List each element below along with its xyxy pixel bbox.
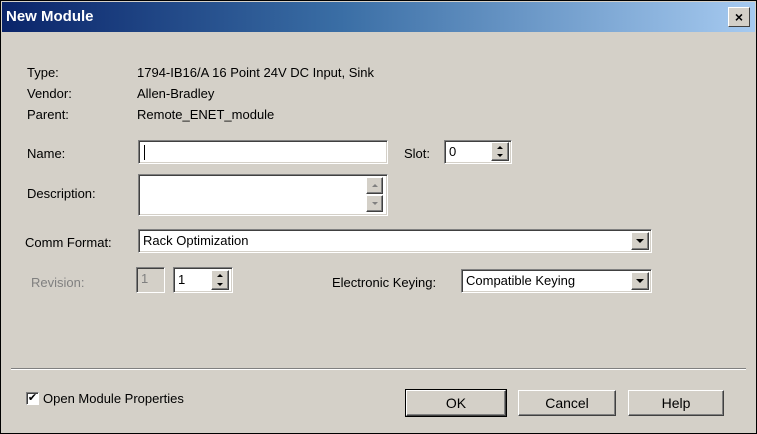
help-button[interactable]: Help	[628, 390, 724, 416]
ok-button[interactable]: OK	[405, 389, 507, 417]
arrow-down-icon	[497, 154, 503, 158]
slot-value: 0	[449, 144, 457, 159]
dialog-title: New Module	[6, 8, 94, 25]
footer-separator	[11, 368, 746, 370]
keying-dropdown-button[interactable]	[631, 272, 649, 290]
scroll-up-icon	[371, 184, 378, 187]
slot-label: Slot:	[404, 146, 431, 161]
cancel-button-label: Cancel	[545, 395, 589, 411]
name-input[interactable]	[138, 140, 388, 164]
revision-spin-buttons[interactable]	[211, 270, 229, 290]
arrow-down-icon	[217, 283, 223, 286]
description-textarea[interactable]	[138, 174, 388, 216]
ok-button-label: OK	[445, 395, 467, 411]
revision-major-value: 1	[141, 271, 149, 286]
comm-format-select[interactable]: Rack Optimization	[138, 229, 652, 253]
slot-spin-buttons[interactable]	[491, 142, 509, 161]
revision-spin-down[interactable]	[212, 280, 228, 289]
revision-minor-value: 1	[178, 272, 186, 287]
scroll-down-icon	[371, 202, 378, 205]
open-module-properties-label[interactable]: Open Module Properties	[43, 391, 184, 406]
title-bar[interactable]: New Module ×	[2, 2, 755, 32]
description-label: Description:	[27, 186, 96, 201]
revision-spin-up[interactable]	[212, 271, 228, 280]
cancel-button[interactable]: Cancel	[518, 390, 616, 416]
arrow-up-icon	[217, 274, 223, 277]
name-label: Name:	[27, 146, 66, 161]
description-scroll-down[interactable]	[366, 195, 383, 212]
chevron-down-icon	[636, 239, 644, 243]
slot-spin-up[interactable]	[492, 143, 508, 152]
help-button-label: Help	[661, 395, 691, 411]
type-label: Type:	[27, 65, 59, 80]
vendor-value: Allen-Bradley	[137, 86, 215, 101]
text-caret	[144, 145, 145, 160]
arrow-up-icon	[497, 145, 503, 149]
parent-value: Remote_ENET_module	[137, 107, 275, 122]
vendor-label: Vendor:	[27, 86, 72, 101]
check-icon: ✔	[27, 392, 38, 404]
electronic-keying-value: Compatible Keying	[466, 273, 576, 288]
open-module-properties-checkbox[interactable]: ✔	[26, 392, 39, 405]
electronic-keying-label: Electronic Keying:	[332, 275, 437, 290]
comm-format-label: Comm Format:	[25, 235, 112, 250]
close-icon: ×	[734, 9, 744, 25]
slot-spinbox[interactable]: 0	[444, 140, 512, 164]
revision-minor-spinbox[interactable]: 1	[173, 267, 233, 293]
new-module-dialog: New Module × Type: 1794-IB16/A 16 Point …	[0, 0, 757, 434]
type-value: 1794-IB16/A 16 Point 24V DC Input, Sink	[137, 65, 375, 80]
chevron-down-icon	[636, 279, 644, 283]
comm-format-dropdown-button[interactable]	[631, 232, 649, 250]
electronic-keying-select[interactable]: Compatible Keying	[461, 269, 652, 293]
parent-label: Parent:	[27, 107, 69, 122]
comm-format-value: Rack Optimization	[143, 233, 249, 248]
revision-major-field: 1	[136, 267, 165, 293]
description-scroll-up[interactable]	[366, 177, 383, 194]
slot-spin-down[interactable]	[492, 152, 508, 161]
revision-label: Revision:	[31, 275, 85, 290]
close-button[interactable]: ×	[728, 7, 750, 27]
